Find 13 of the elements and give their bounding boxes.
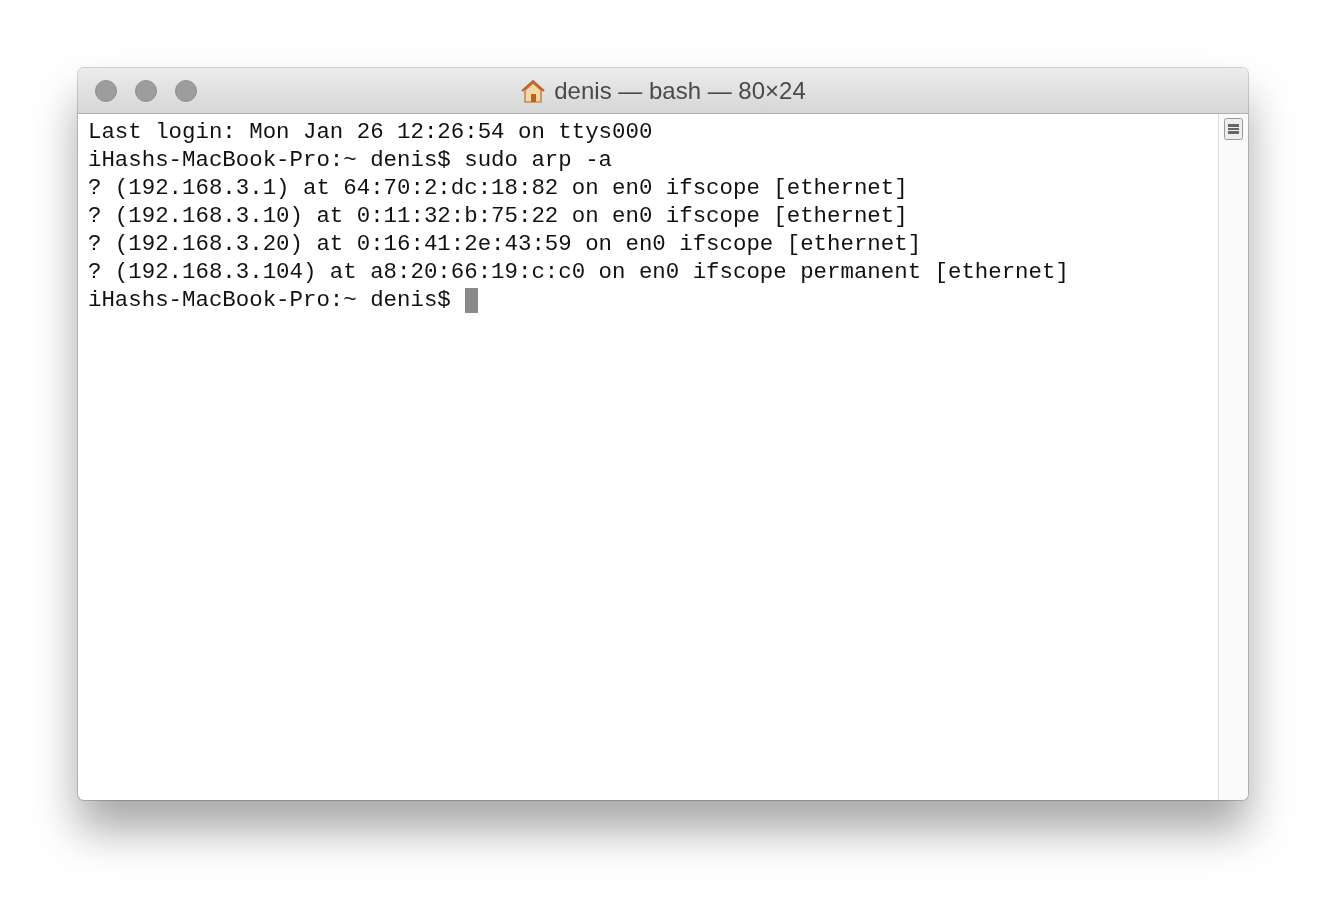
terminal-line: Last login: Mon Jan 26 12:26:54 on ttys000 [88,118,653,146]
terminal-line: ? (192.168.3.20) at 0:16:41:2e:43:59 on en0 ifscope [ethernet] [88,230,922,258]
zoom-button[interactable] [175,79,197,102]
minimize-button[interactable] [135,79,157,102]
terminal-line: iHashs-MacBook-Pro:~ denis$ sudo arp -a [88,146,613,174]
terminal-line: ? (192.168.3.10) at 0:11:32:b:75:22 on en0 ifscope [ethernet] [88,202,908,230]
list-icon[interactable] [1224,118,1243,140]
terminal-line: ? (192.168.3.1) at 64:70:2:dc:18:82 on en0 ifscope [ethernet] [88,174,908,202]
terminal-line: ? (192.168.3.104) at a8:20:66:19:c:c0 on en0 ifscope permanent [ethernet] [88,258,1069,286]
house-icon [520,77,547,104]
shell-prompt: iHashs-MacBook-Pro:~ denis$ [88,286,451,314]
close-button[interactable] [95,79,117,102]
window-title: denis — bash — 80×24 [554,76,806,105]
